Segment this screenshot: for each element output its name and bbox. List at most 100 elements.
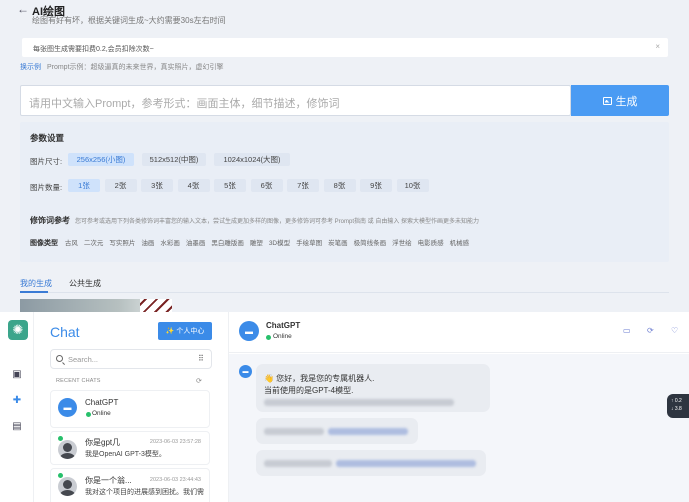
back-arrow-icon[interactable]: ← [17,2,29,16]
image-type-option[interactable]: 手绘草图 [296,240,322,247]
image-type-option[interactable]: 古风 [65,240,78,247]
image-type-option[interactable]: 黑白雕版画 [211,240,244,247]
message-bubble [256,418,418,444]
fee-notice: 每张图生成需要扣费0.2,会员扣除次数~ × [22,38,668,57]
generate-label: 生成 [615,95,638,108]
tab-my-generation[interactable]: 我的生成 [20,278,52,289]
image-type-option[interactable]: 电影质感 [418,240,444,247]
conversation-panel: ▬ ChatGPT Online ▭ ⟳ ♡ ▬ 👋 您好，我是您的专属机器人.… [228,312,689,502]
refresh-icon[interactable]: ⟳ [196,377,202,385]
chat-card-time: 2023-06-03 23:57:28 [149,439,201,445]
image-type-option[interactable]: 油墨画 [186,240,206,247]
recent-chats-label: RECENT CHATS [56,378,101,384]
grid-icon[interactable]: ⠿ [198,354,204,363]
conversation-name: ChatGPT [266,321,301,330]
image-type-option[interactable]: 水彩画 [160,240,180,247]
chat-bot-avatar-icon: ▬ [239,321,259,341]
size-label: 图片尺寸: [30,157,63,166]
image-type-option[interactable]: 写实照片 [109,240,135,247]
floating-speed-widget[interactable]: ↑ 0.2 ↓ 3.8 [667,394,689,418]
chat-card[interactable]: 你是一个翁... 2023-06-03 23:44:43 我对这个项目的进展感到… [50,468,210,502]
chat-card-status: Online [92,410,111,417]
header: ← AI绘图 绘图有好有坏，根据关键词生成~大约需要30s左右时间 [0,0,689,33]
blurred-text [264,460,332,467]
online-dot [266,335,271,340]
change-example-link[interactable]: 换示例 [20,64,41,71]
image-type-option[interactable]: 炭笔画 [328,240,348,247]
heart-icon[interactable]: ♡ [671,326,678,335]
personal-center-button[interactable]: ✨ 个人中心 [158,322,212,340]
count-option[interactable]: 8张 [323,179,356,192]
message-bubble [256,450,486,476]
thumbnail-stripes [140,299,172,312]
chat-bot-avatar-icon: ▬ [58,398,77,417]
count-option[interactable]: 6张 [250,179,283,192]
online-dot [58,473,63,478]
refresh-icon[interactable]: ⟳ [647,326,654,335]
chat-title: Chat [50,324,80,340]
image-type-option[interactable]: 浮世绘 [392,240,412,247]
prompt-example: 换示例 Prompt示例：超级逼真的未来世界，真实照片，虚幻引擎 [20,62,224,72]
tab-divider [20,292,669,293]
size-option[interactable]: 256x256(小图) [68,153,134,166]
size-option[interactable]: 1024x1024(大图) [214,153,290,166]
prompt-input[interactable]: 请用中文输入Prompt，参考形式：画面主体，细节描述，修饰词 [20,85,571,116]
count-option[interactable]: 7张 [287,179,319,192]
count-option[interactable]: 10张 [396,179,429,192]
count-option[interactable]: 9张 [360,179,392,192]
image-type-option[interactable]: 机械感 [450,240,470,247]
prompt-example-text: Prompt示例：超级逼真的未来世界，真实照片，虚幻引擎 [46,64,224,71]
bot-message-avatar-icon: ▬ [239,365,252,378]
modifier-desc: 您可参考或选用下列各类修饰词丰富您的输入文本，尝试生成更加多样的图像，更多修饰词… [75,219,480,225]
chat-card-time: 2023-06-03 23:44:43 [149,477,201,483]
message-line: 当前使用的是GPT-4模型. [264,386,354,395]
chat-card-message: 我是OpenAI GPT-3模型。 [85,451,166,458]
chat-list-panel: Chat ✨ 个人中心 Search... ⠿ RECENT CHATS ⟳ ▬… [48,312,216,502]
modifier-reference: 修饰词参考 您可参考或选用下列各类修饰词丰富您的输入文本，尝试生成更加多样的图像，… [30,215,479,226]
generate-button[interactable]: 生成 [571,85,669,116]
image-type-option[interactable]: 3D模型 [269,240,290,247]
robot-icon[interactable]: ▣ [10,367,24,381]
count-option[interactable]: 1张 [68,179,100,192]
image-type-option[interactable]: 二次元 [84,240,104,247]
page: ← AI绘图 绘图有好有坏，根据关键词生成~大约需要30s左右时间 每张图生成需… [0,0,689,502]
modifier-title: 修饰词参考 [30,216,70,225]
image-type-option[interactable]: 极简线条画 [354,240,387,247]
online-dot [86,412,91,417]
message-bubble: 👋 您好，我是您的专属机器人. 当前使用的是GPT-4模型. [256,364,490,412]
user-avatar [58,477,77,496]
tab-public-generation[interactable]: 公共生成 [69,278,101,289]
chat-card-name: 你是gpt几 [85,438,121,447]
count-option[interactable]: 2张 [104,179,137,192]
params-title: 参数设置 [30,133,65,143]
image-type-option[interactable]: 油画 [141,240,154,247]
message-line: 👋 您好，我是您的专属机器人. [264,374,375,383]
chat-card[interactable]: 你是gpt几 2023-06-03 23:57:28 我是OpenAI GPT-… [50,431,210,465]
chat-card-chatgpt[interactable]: ▬ ChatGPT Online [50,390,210,428]
plus-icon[interactable]: ✚ [10,393,24,407]
close-icon[interactable]: × [655,42,660,51]
tab-active-indicator [20,291,48,293]
blurred-text [264,428,324,435]
params-panel: 参数设置 图片尺寸: 256x256(小图) 512x512(中图) 1024x10… [20,122,669,262]
conversation-header: ▬ ChatGPT Online ▭ ⟳ ♡ [229,312,689,353]
sparkle-icon: ✨ [165,328,175,335]
size-option[interactable]: 512x512(中图) [142,153,206,166]
image-type-row: 图像类型 古风 二次元 写实照片 油画 水彩画 油墨画 黑白雕版画 雕塑 3D模型 手绘草图 炭笔画… [30,237,475,248]
openai-logo-icon[interactable]: ✺ [8,320,28,340]
message-area: ▬ 👋 您好，我是您的专属机器人. 当前使用的是GPT-4模型. [229,354,689,502]
fee-notice-text: 每张图生成需要扣费0.2,会员扣除次数~ [33,46,154,53]
chat-card-name: 你是一个翁... [85,476,132,485]
personal-center-label: 个人中心 [176,328,205,335]
search-input[interactable]: Search... [50,349,212,369]
side-rail: ✺ ▣ ✚ ▤ [0,312,34,502]
gallery-icon[interactable]: ▤ [10,419,24,433]
count-option[interactable]: 4张 [177,179,210,192]
save-icon[interactable]: ▭ [623,326,631,335]
upload-speed: 0.2 [674,398,682,404]
blurred-link [336,460,476,467]
count-option[interactable]: 3张 [141,179,173,192]
count-option[interactable]: 5张 [214,179,246,192]
image-type-option[interactable]: 雕塑 [250,240,263,247]
conversation-status: Online [273,333,292,340]
